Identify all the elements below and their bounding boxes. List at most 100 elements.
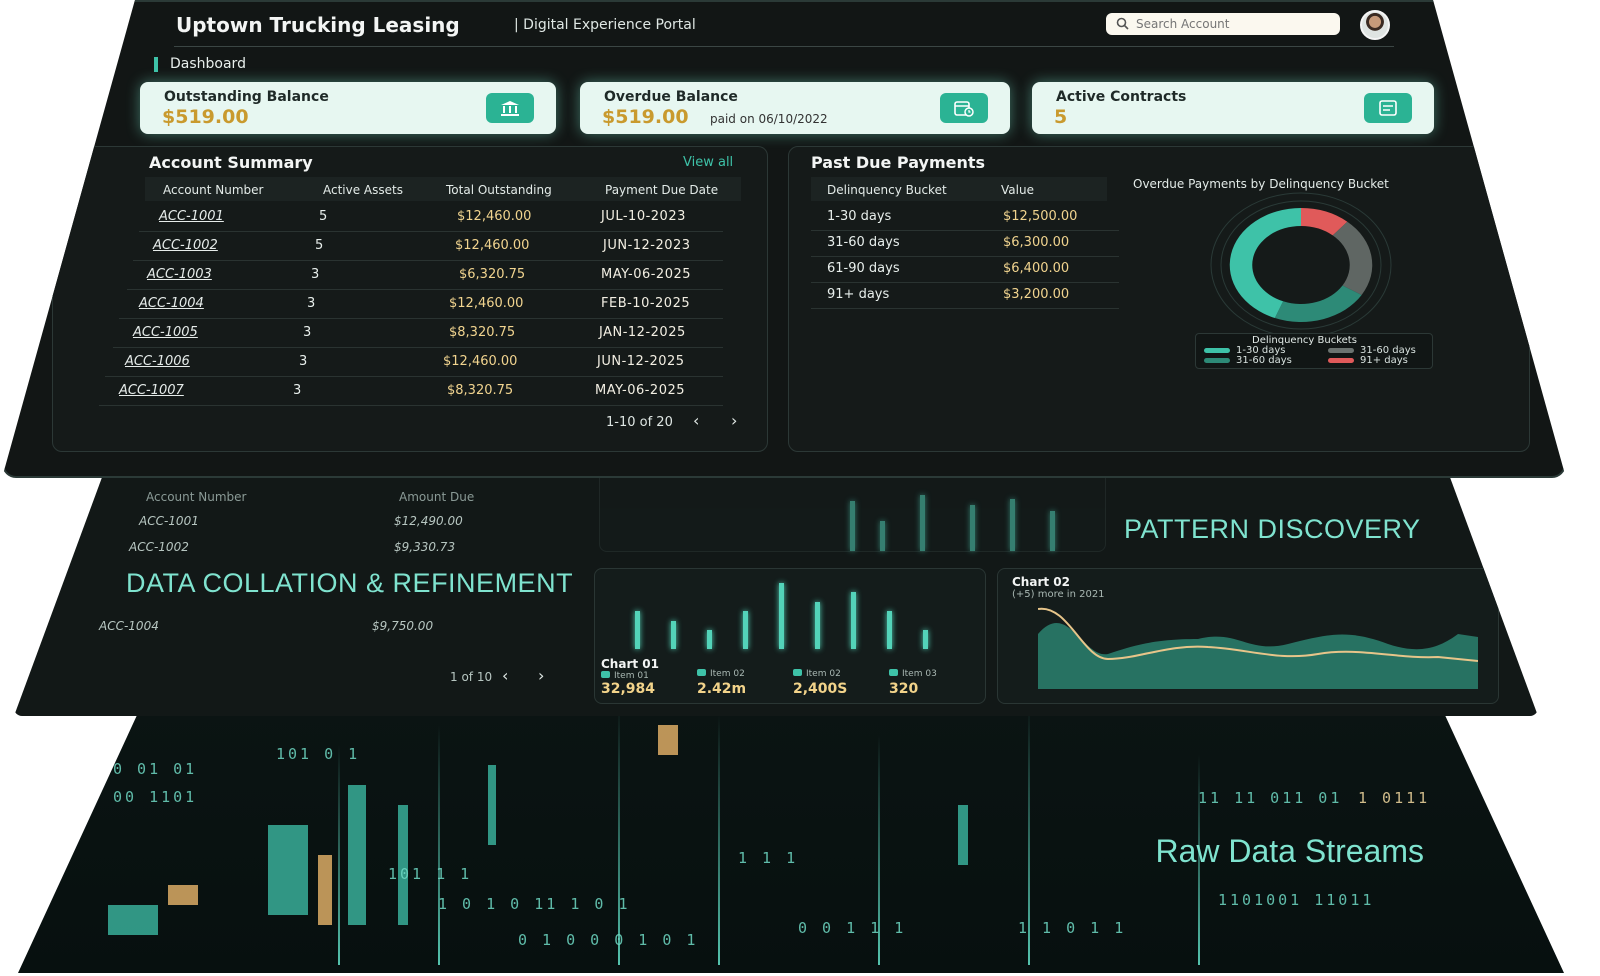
- chart-01-kpi-label: Item 01: [601, 671, 649, 681]
- binary-stream-text: 00 1101: [113, 788, 198, 806]
- account-number-link[interactable]: ACC-1001: [159, 209, 224, 224]
- chart-01-bar: [815, 602, 820, 649]
- mid-table-amount: $9,330.73: [394, 540, 456, 554]
- chart-01-panel: Chart 01 Item 01 32,984 Item 02 2.42m It…: [594, 568, 986, 704]
- donut-slice-1-30-days[interactable]: [1229, 208, 1301, 319]
- active-assets-cell: 3: [303, 325, 312, 340]
- pattern-discovery-label: PATTERN DISCOVERY: [1124, 514, 1421, 544]
- overdue-balance-card[interactable]: Overdue Balance $519.00 paid on 06/10/20…: [580, 82, 1010, 134]
- active-assets-cell: 3: [293, 383, 302, 398]
- data-block: [268, 825, 308, 915]
- binary-stream-text: 11 11 011 01: [1198, 789, 1343, 807]
- total-outstanding-cell: $12,460.00: [449, 296, 524, 311]
- binary-stream-text: 0 01 01: [113, 760, 198, 778]
- chevron-left-icon[interactable]: ‹: [502, 666, 508, 685]
- chart-01-kpi-value: 2,400S: [793, 681, 848, 697]
- payment-due-date-cell: MAY-06-2025: [595, 383, 686, 398]
- account-number-link[interactable]: ACC-1007: [119, 383, 184, 398]
- row-divider: [133, 260, 723, 261]
- column-header-assets[interactable]: Active Assets: [323, 183, 403, 197]
- column-header-value: Value: [1001, 183, 1034, 197]
- column-header-due-date[interactable]: Payment Due Date: [605, 183, 718, 197]
- data-collation-label: DATA COLLATION & REFINEMENT: [126, 568, 574, 598]
- payment-due-date-cell: JUN-12-2023: [603, 238, 691, 253]
- data-block: [168, 885, 198, 905]
- breadcrumb-dashboard[interactable]: Dashboard: [154, 57, 246, 72]
- row-divider: [811, 256, 1119, 257]
- account-number-link[interactable]: ACC-1005: [133, 325, 198, 340]
- active-assets-cell: 3: [311, 267, 320, 282]
- chart-01-title: Chart 01: [601, 657, 659, 671]
- chart-01-bar: [707, 630, 712, 649]
- column-header-account[interactable]: Account Number: [163, 183, 263, 197]
- view-all-link[interactable]: View all: [683, 155, 733, 170]
- row-divider: [811, 282, 1119, 283]
- bank-icon: [486, 93, 534, 123]
- delinquency-bucket-cell: 61-90 days: [827, 261, 900, 276]
- donut-chart-title: Overdue Payments by Delinquency Bucket: [1133, 177, 1389, 191]
- user-avatar[interactable]: [1360, 10, 1390, 40]
- app-title: Uptown Trucking Leasing: [176, 13, 460, 37]
- binary-stream-text: 101 0 1: [276, 745, 361, 763]
- data-stream-line: [338, 745, 340, 965]
- card-note: paid on 06/10/2022: [710, 112, 828, 126]
- account-number-link[interactable]: ACC-1002: [153, 238, 218, 253]
- account-number-link[interactable]: ACC-1003: [147, 267, 212, 282]
- active-assets-cell: 5: [319, 209, 328, 224]
- delinquency-bucket-cell: 31-60 days: [827, 235, 900, 250]
- chart-bar: [920, 495, 925, 551]
- chevron-right-icon[interactable]: ›: [538, 666, 544, 685]
- payment-due-date-cell: JAN-12-2025: [599, 325, 686, 340]
- chart-01-kpi-value: 2.42m: [697, 681, 747, 697]
- payment-due-date-cell: JUL-10-2023: [601, 209, 686, 224]
- delinquency-bucket-cell: 1-30 days: [827, 209, 892, 224]
- account-number-link[interactable]: ACC-1004: [139, 296, 204, 311]
- card-label: Outstanding Balance: [164, 89, 329, 105]
- active-contracts-card[interactable]: Active Contracts 5: [1032, 82, 1434, 134]
- payment-due-date-cell: FEB-10-2025: [601, 296, 691, 311]
- active-assets-cell: 3: [299, 354, 308, 369]
- binary-stream-text: 1 0 1 0 11 1 0 1: [438, 895, 631, 913]
- calendar-clock-icon: [940, 93, 988, 123]
- delinquency-donut-chart: [1210, 192, 1392, 338]
- contract-icon: [1364, 93, 1412, 123]
- binary-stream-text: 101 1 1: [388, 865, 473, 883]
- account-number-link[interactable]: ACC-1006: [125, 354, 190, 369]
- row-divider: [139, 231, 723, 232]
- past-due-panel: Past Due Payments Delinquency Bucket Val…: [788, 146, 1530, 452]
- row-divider: [99, 405, 723, 406]
- chart-02-area-graph: [1038, 607, 1478, 689]
- chart-bar: [970, 505, 975, 551]
- total-outstanding-cell: $12,460.00: [443, 354, 518, 369]
- row-divider: [119, 318, 723, 319]
- chart-bar: [880, 521, 885, 551]
- data-block: [658, 725, 678, 755]
- data-block: [348, 785, 366, 925]
- card-value: $519.00: [602, 106, 689, 128]
- row-divider: [113, 347, 723, 348]
- total-outstanding-cell: $6,320.75: [459, 267, 526, 282]
- portal-subtitle: | Digital Experience Portal: [514, 17, 696, 33]
- chevron-left-icon[interactable]: ‹: [693, 411, 699, 430]
- raw-data-streams-label: Raw Data Streams: [1155, 833, 1424, 869]
- column-header-outstanding[interactable]: Total Outstanding: [446, 183, 552, 197]
- mid-pager-text: 1 of 10: [450, 670, 493, 684]
- search-icon: [1116, 17, 1129, 30]
- chart-01-bar: [779, 583, 784, 649]
- delinquency-value-cell: $3,200.00: [1003, 287, 1070, 302]
- chart-01-kpi-label: Item 02: [793, 669, 841, 679]
- donut-slice-61-90-days[interactable]: [1332, 221, 1373, 295]
- chart-bar: [1050, 511, 1055, 551]
- search-account-input[interactable]: [1106, 13, 1340, 35]
- dashboard-layer: Uptown Trucking Leasing | Digital Experi…: [2, 0, 1566, 478]
- collation-layer: Account Number Amount Due ACC-1001 $12,4…: [14, 468, 1538, 716]
- data-stream-line: [438, 725, 440, 965]
- total-outstanding-cell: $12,460.00: [455, 238, 530, 253]
- donut-legend: Delinquency Buckets 1-30 days 31-60 days…: [1195, 333, 1433, 369]
- chevron-right-icon[interactable]: ›: [731, 411, 737, 430]
- total-outstanding-cell: $8,320.75: [449, 325, 516, 340]
- outstanding-balance-card[interactable]: Outstanding Balance $519.00: [140, 82, 556, 134]
- mid-table-header-amount: Amount Due: [399, 490, 475, 504]
- mid-table-header-account: Account Number: [146, 490, 247, 504]
- data-block: [318, 855, 332, 925]
